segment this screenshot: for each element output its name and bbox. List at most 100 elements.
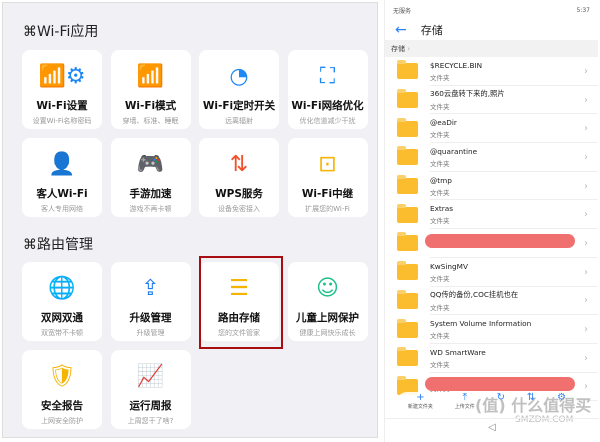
tile-subtitle: 穿墙、标准、睡眠 — [122, 117, 179, 125]
upload-icon: ⤒ — [462, 392, 467, 403]
folder-row[interactable]: WD SmartWare 文件夹 › — [385, 344, 598, 373]
folder-row[interactable]: Extras 文件夹 › — [385, 200, 598, 229]
toolbar-label: 新建文件夹 — [407, 404, 433, 410]
folder-row[interactable]: KwSingMV 文件夹 › — [385, 258, 598, 287]
tile-wifi-scan[interactable]: ⛶ Wi-Fi网络优化优化信道减少干扰 — [287, 50, 368, 129]
folder-name: @quarantine — [430, 146, 478, 156]
chart-icon: 📈 — [136, 363, 165, 389]
tile-title: 安全报告 — [41, 400, 83, 412]
plus-icon: + — [416, 392, 425, 403]
tile-subtitle: 优化信道减少干扰 — [299, 117, 356, 125]
folder-icon — [397, 117, 418, 137]
tile-subtitle: 客人专用网络 — [41, 205, 83, 213]
folder-icon — [397, 60, 418, 80]
tile-wifi-gear[interactable]: 📶⚙ Wi-Fi设置 设置Wi-Fi名称密码 — [22, 50, 102, 129]
breadcrumb[interactable]: 存储 › — [385, 40, 598, 57]
chevron-right-icon: › — [584, 266, 588, 278]
tile-wifi[interactable]: 📶 Wi-Fi模式穿墙、标准、睡眠 — [110, 50, 191, 129]
tile-title: 双网双通 — [41, 312, 83, 324]
wifi-icon: 📶 — [136, 63, 165, 89]
folder-row[interactable]: @quarantine 文件夹 › — [385, 143, 598, 172]
folder-name: @tmp — [430, 175, 452, 185]
chevron-right-icon: › — [407, 44, 411, 53]
folder-row[interactable]: QQ传的备份,COC挂机也在 文件夹 › — [385, 287, 598, 316]
tile-subtitle: 升级管理 — [136, 329, 165, 337]
chevron-right-icon: › — [584, 123, 588, 135]
folder-row[interactable]: @tmp 文件夹 › — [385, 172, 598, 201]
redaction-mark — [425, 376, 575, 391]
tile-subtitle: 健康上网快乐成长 — [299, 329, 356, 337]
folder-type: 文件夹 — [430, 188, 450, 197]
tile-relay[interactable]: ⊡ Wi-Fi中继 扩展您的Wi-Fi — [287, 138, 368, 217]
tile-child[interactable]: ☺ 儿童上网保护 健康上网快乐成长 — [287, 262, 368, 341]
nav-bar: ◁ — [385, 418, 599, 438]
tile-title: Wi-Fi网络优化 — [291, 100, 364, 112]
chevron-right-icon: › — [584, 237, 588, 249]
folder-type: 文件夹 — [430, 332, 450, 341]
globe-icon: 🌐 — [48, 275, 76, 301]
folder-name: @eaDir — [430, 118, 457, 128]
section-title-text: Wi-Fi应用 — [37, 24, 99, 40]
highlight-box — [199, 256, 283, 349]
carrier-text: 无服务 — [393, 7, 412, 15]
section-title-router: ⌘路由管理 — [23, 237, 93, 253]
upload-button[interactable]: ⤒ 上传文件 — [455, 392, 475, 416]
tile-chart[interactable]: 📈 运行周报上周您干了啥? — [110, 350, 191, 429]
tile-title: Wi-Fi模式 — [124, 100, 177, 112]
tile-subtitle: 远离辐射 — [225, 117, 253, 125]
chevron-right-icon: › — [584, 381, 588, 393]
nav-back-icon[interactable]: ◁ — [488, 422, 496, 433]
folder-row[interactable]: System Volume Information 文件夹 › — [385, 315, 598, 344]
chevron-right-icon: › — [584, 209, 588, 221]
folder-name: WD SmartWare — [430, 347, 486, 357]
tile-subtitle: 设置Wi-Fi名称密码 — [32, 117, 92, 125]
chevron-right-icon: › — [584, 94, 588, 106]
tile-subtitle: 设备免密接入 — [218, 205, 260, 213]
redaction-mark — [425, 234, 575, 249]
tile-subtitle: 双宽带不卡顿 — [41, 329, 83, 337]
chevron-right-icon: › — [584, 352, 588, 364]
chevron-right-icon: › — [584, 180, 588, 192]
back-arrow-icon[interactable]: ← — [395, 22, 407, 38]
tile-title: 客人Wi-Fi — [36, 188, 88, 200]
tile-router-upgrade[interactable]: ⇪ 升级管理 升级管理 — [110, 262, 191, 341]
wifi-scan-icon: ⛶ — [319, 63, 336, 89]
tile-guest[interactable]: 👤 客人Wi-Fi 客人专用网络 — [22, 138, 102, 217]
status-bar: 无服务 5:37 — [385, 0, 598, 20]
tile-subtitle: 上周您干了啥? — [127, 417, 174, 425]
folder-row[interactable]: $RECYCLE.BIN 文件夹 › — [385, 57, 598, 86]
wps-icon: ⇅ — [229, 151, 249, 177]
tile-gamepad[interactable]: 🎮 手游加速 游戏不再卡顿 — [110, 138, 191, 217]
folder-row[interactable]: 文件夹› — [385, 229, 598, 258]
folder-type: 文件夹 — [430, 103, 450, 112]
header: ← 存储 — [385, 20, 598, 40]
tile-timer[interactable]: ◔ Wi-Fi定时开关远离辐射 — [199, 50, 279, 129]
folder-icon — [397, 232, 418, 252]
section-title-wifi: ⌘Wi-Fi应用 — [23, 24, 99, 40]
tile-title: WPS服务 — [215, 188, 263, 200]
folder-type: 文件夹 — [430, 360, 450, 369]
tile-wps[interactable]: ⇅ WPS服务设备免密接入 — [199, 138, 279, 217]
tile-title: 运行周报 — [129, 400, 172, 412]
folder-type: 文件夹 — [430, 131, 450, 140]
section-title-text: 路由管理 — [37, 237, 93, 253]
router-app-panel: ⌘Wi-Fi应用 📶⚙ Wi-Fi设置 设置Wi-Fi名称密码 📶 Wi-Fi模式穿墙、… — [2, 2, 378, 438]
folder-name: $RECYCLE.BIN — [430, 60, 483, 70]
folder-icon — [397, 347, 418, 367]
timer-icon: ◔ — [229, 63, 249, 89]
folder-row[interactable]: 360云盘转下来的,照片 文件夹 › — [385, 86, 598, 115]
folder-type: 文件夹 — [430, 303, 450, 312]
toolbar-label: 上传文件 — [454, 404, 475, 410]
folder-name: QQ传的备份,COC挂机也在 — [430, 289, 519, 299]
tile-subtitle: 游戏不再卡顿 — [129, 205, 172, 213]
new-folder-button[interactable]: + 新建文件夹 — [408, 392, 433, 416]
tile-shield[interactable]: 🛡 安全报告 上网安全防护 — [22, 350, 102, 429]
folder-name: Extras — [430, 204, 454, 214]
folder-name: KwSingMV — [430, 261, 468, 271]
folder-type: 文件夹 — [430, 217, 450, 226]
chevron-right-icon: › — [584, 324, 588, 336]
tile-title: Wi-Fi定时开关 — [202, 100, 276, 112]
folder-row[interactable]: @eaDir 文件夹 › — [385, 114, 598, 143]
tile-globe[interactable]: 🌐 双网双通双宽带不卡顿 — [22, 262, 102, 341]
child-icon: ☺ — [316, 275, 339, 301]
